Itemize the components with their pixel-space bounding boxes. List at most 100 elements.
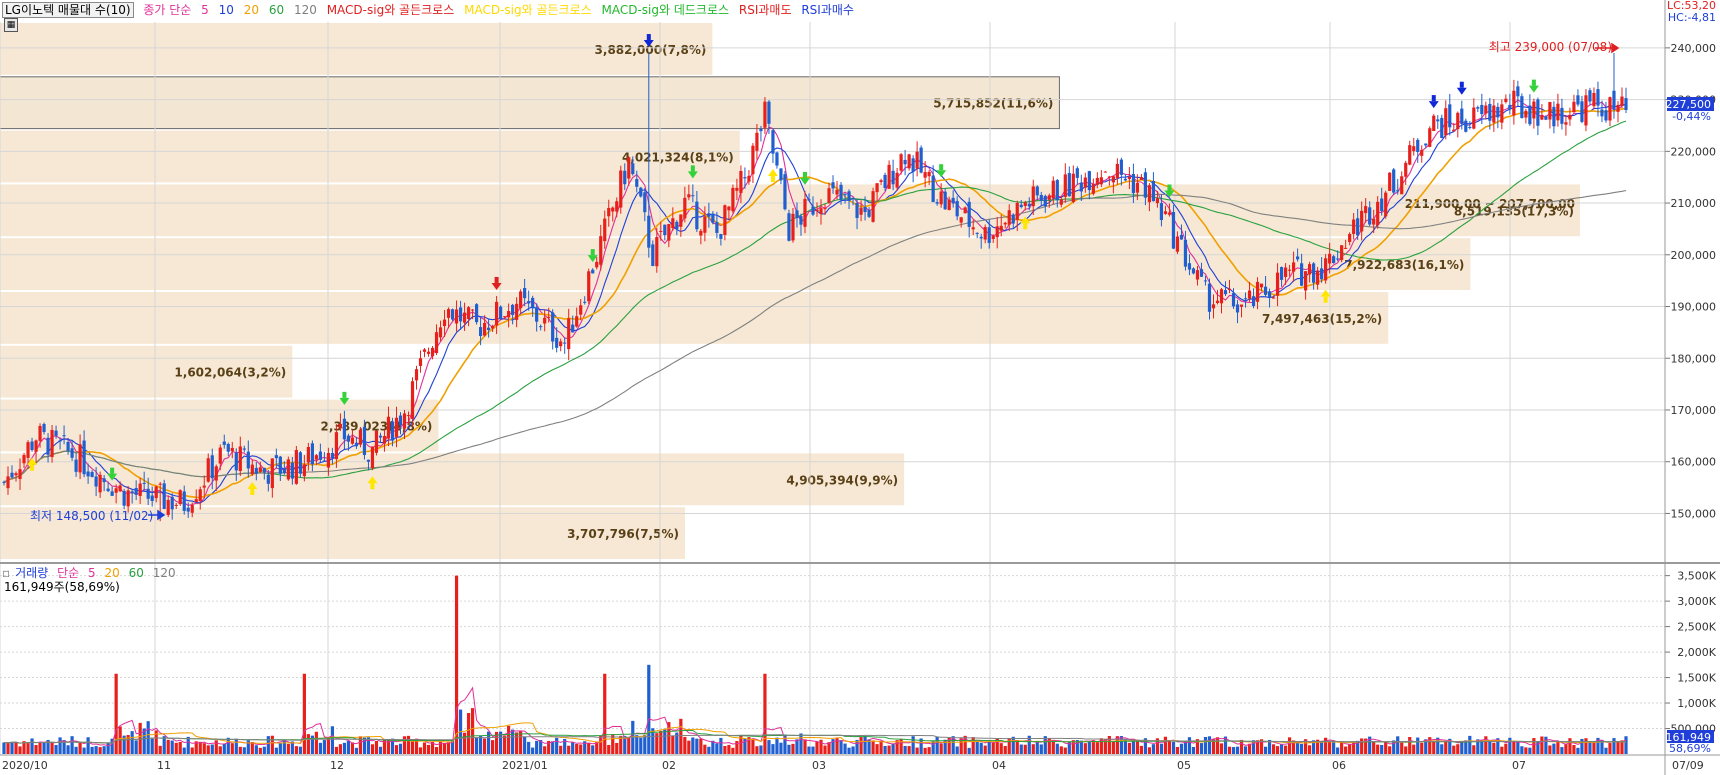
candle-body [1572, 101, 1576, 113]
candle-body [1259, 283, 1264, 288]
volume-bar [94, 746, 98, 754]
candle-body [1279, 267, 1284, 280]
volume-bar [1624, 736, 1628, 754]
signal-macd-golden-label-2[interactable]: MACD-sig와 골든크로스 [464, 3, 592, 17]
volume-bar [1336, 747, 1340, 754]
candle-body [915, 151, 919, 169]
volume-bar [615, 742, 619, 754]
volume-bar [466, 713, 471, 754]
candle-body [310, 443, 314, 465]
date-tick-label: 05 [1177, 759, 1191, 772]
candle-body [222, 441, 226, 445]
candle-body [543, 317, 547, 324]
stock-title[interactable]: LG이노텍 매물대 수(10) [2, 2, 134, 18]
ma10-label[interactable]: 10 [219, 3, 234, 17]
candle-body [863, 207, 867, 213]
signal-macd-dead-label[interactable]: MACD-sig와 데드크로스 [601, 3, 729, 17]
ma60-label[interactable]: 60 [269, 3, 284, 17]
grid-icon[interactable]: ▦ [4, 18, 18, 32]
volume-bar [1432, 740, 1436, 754]
volume-ma60[interactable]: 60 [129, 566, 144, 580]
candle-body [390, 421, 395, 441]
candle-body [519, 291, 523, 309]
candle-body [1484, 105, 1488, 114]
candle-body [1456, 112, 1460, 130]
candle-body [186, 507, 190, 512]
candle-body [1275, 272, 1280, 296]
volume-bar [1520, 746, 1524, 754]
candle-body [1440, 117, 1444, 138]
volume-bar [555, 737, 559, 754]
ma120-label[interactable]: 120 [294, 3, 317, 17]
candle-body [911, 158, 915, 172]
candle-body [442, 319, 447, 327]
candle-body [523, 287, 527, 299]
candle-body [98, 474, 102, 493]
volume-profile-label: 4,905,394(9,9%) [786, 473, 898, 487]
rsi-oversold-arrow-stem [494, 276, 499, 283]
volume-bar [607, 744, 611, 754]
candle-body [1412, 146, 1416, 152]
candle-body [1119, 159, 1123, 175]
volume-bar [879, 740, 883, 754]
stock-chart-window: 3,707,796(7,5%) 4,905,394(9,9%) 2,389,023(… [0, 0, 1720, 775]
chart-canvas[interactable]: 3,707,796(7,5%)4,905,394(9,9%)2,389,023(… [0, 0, 1720, 775]
volume-bar [907, 746, 911, 754]
volume-bar [1151, 744, 1156, 754]
candle-body [1528, 105, 1532, 125]
candle-body [446, 309, 451, 318]
candle-body [831, 182, 835, 189]
ma5-label[interactable]: 5 [201, 3, 209, 17]
candle-body [943, 191, 947, 210]
candle-body [811, 206, 815, 215]
candle-body [751, 145, 755, 175]
ma-label[interactable]: 종가 단순 [143, 3, 191, 17]
candle-body [1175, 236, 1180, 252]
candle-body [551, 312, 555, 342]
candle-body [867, 210, 871, 217]
candle-body [134, 488, 138, 495]
volume-bar [851, 746, 855, 754]
candle-body [639, 187, 643, 197]
volume-bar [1203, 737, 1208, 754]
ma20-label[interactable]: 20 [244, 3, 259, 17]
volume-bar [1015, 740, 1019, 754]
candle-body [711, 213, 715, 223]
candle-body [1408, 145, 1412, 165]
candle-body [583, 301, 587, 303]
candle-body [414, 369, 419, 381]
candle-body [1139, 177, 1144, 180]
volume-ma120[interactable]: 120 [153, 566, 176, 580]
volume-bar [354, 747, 359, 754]
volume-bar [827, 742, 831, 754]
candle-body [330, 452, 335, 459]
candle-body [258, 467, 262, 472]
candle-body [887, 164, 891, 189]
volume-bar [579, 744, 583, 754]
volume-bar [779, 742, 783, 754]
candle-body [663, 224, 667, 236]
candle-body [1460, 108, 1464, 124]
volume-bar [1051, 740, 1055, 754]
volume-profile-label: 7,922,683(16,1%) [1344, 258, 1464, 272]
candle-body [671, 218, 675, 229]
candle-body [695, 201, 699, 230]
candle-body [22, 455, 26, 464]
volume-bar [1584, 738, 1588, 754]
volume-bar [731, 747, 735, 754]
volume-tick-label: 3,500K [1677, 570, 1716, 583]
signal-macd-golden-label[interactable]: MACD-sig와 골든크로스 [327, 3, 455, 17]
candle-body [1047, 195, 1051, 200]
signal-rsi-overbought-label[interactable]: RSI과매수 [801, 3, 854, 17]
candle-body [70, 448, 74, 458]
volume-bar [795, 739, 799, 754]
candle-body [458, 307, 463, 322]
candle-body [1328, 253, 1332, 264]
candle-body [402, 413, 407, 429]
signal-rsi-oversold-label[interactable]: RSI과매도 [739, 3, 792, 17]
candle-body [30, 441, 34, 450]
volume-bar [150, 738, 154, 754]
volume-bar [1412, 744, 1416, 754]
candle-body [1147, 185, 1152, 203]
volume-profile-label: 5,715,852(11,6%) [933, 97, 1053, 111]
